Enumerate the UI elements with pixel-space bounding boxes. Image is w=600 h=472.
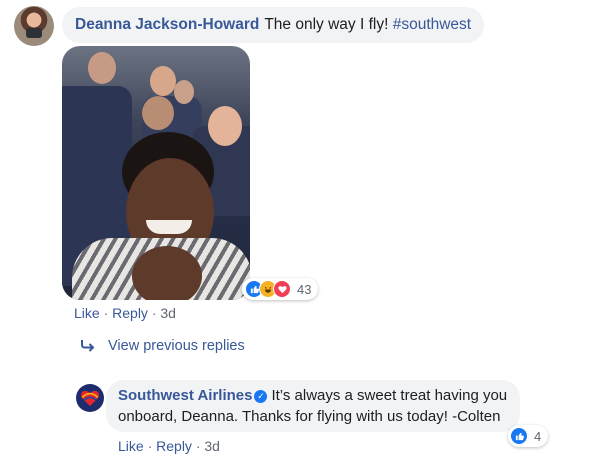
hashtag-link[interactable]: #southwest xyxy=(393,16,471,34)
view-previous-replies[interactable]: View previous replies xyxy=(80,338,245,354)
comment-author[interactable]: Deanna Jackson-Howard xyxy=(75,16,259,34)
verified-badge-icon: ✓ xyxy=(254,390,268,403)
reply-reactions[interactable]: 4 xyxy=(508,425,549,447)
thumbs-up-icon xyxy=(510,427,528,445)
reply-bubble: Southwest Airlines ✓ It’s always a sweet t… xyxy=(106,380,520,432)
comment-text: The only way I fly! xyxy=(264,16,389,33)
comment-bubble: Deanna Jackson-Howard The only way I fly… xyxy=(62,7,485,43)
southwest-heart-logo xyxy=(81,390,99,406)
comment-photo[interactable] xyxy=(62,46,250,300)
reply-arrow-icon xyxy=(81,340,95,352)
view-previous-label: View previous replies xyxy=(108,338,245,354)
reply-reaction-count: 4 xyxy=(534,428,542,444)
southwest-avatar[interactable] xyxy=(76,384,104,412)
heart-icon xyxy=(273,280,291,298)
reaction-count: 43 xyxy=(297,281,312,297)
like-link[interactable]: Like xyxy=(74,305,100,321)
comment-reactions[interactable]: 43 xyxy=(242,278,319,300)
reply-link[interactable]: Reply xyxy=(156,438,192,454)
like-link[interactable]: Like xyxy=(118,438,144,454)
comment-actions: Like · Reply · 3d xyxy=(74,305,176,321)
reply-link[interactable]: Reply xyxy=(112,305,148,321)
reply-timestamp[interactable]: 3d xyxy=(204,438,220,454)
reply-actions: Like · Reply · 3d xyxy=(118,438,220,454)
comment-timestamp[interactable]: 3d xyxy=(160,305,176,321)
reply-author[interactable]: Southwest Airlines xyxy=(118,387,252,404)
commenter-avatar[interactable] xyxy=(14,6,54,46)
